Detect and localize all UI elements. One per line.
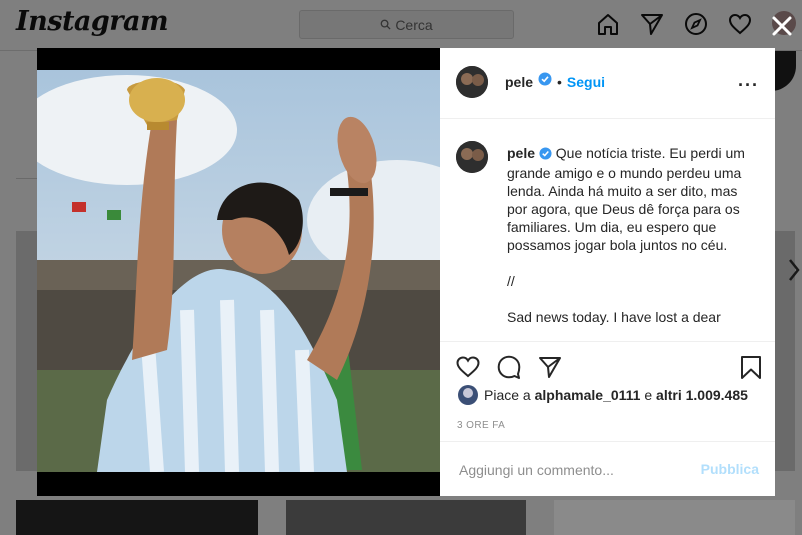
liker-username[interactable]: alphamale_0111 <box>535 387 641 403</box>
publish-button[interactable]: Pubblica <box>701 461 759 477</box>
top-nav-bar: Instagram Cerca <box>0 0 802 51</box>
caption-paragraph-en: Sad news today. I have lost a dear <box>507 309 721 325</box>
post-timestamp[interactable]: 3 ORE FA <box>457 420 505 431</box>
likes-summary: Piace a alphamale_0111 e altri 1.009.485 <box>458 385 748 405</box>
home-icon[interactable] <box>595 11 621 42</box>
likes-mid: e <box>640 387 657 403</box>
likes-count[interactable]: altri 1.009.485 <box>656 387 748 403</box>
post-header: pele • Segui ··· <box>440 48 775 119</box>
explore-icon[interactable] <box>683 11 709 42</box>
search-placeholder: Cerca <box>395 16 433 33</box>
author-line: pele • Segui <box>505 72 605 91</box>
comment-input[interactable] <box>457 460 681 479</box>
caption-paragraph-pt: pele Que notícia triste. Eu perdi um gra… <box>507 144 757 254</box>
bg-grid-tile[interactable] <box>286 500 526 535</box>
comment-bar: Pubblica <box>440 441 775 497</box>
share-icon[interactable] <box>537 354 563 380</box>
next-post-arrow[interactable] <box>788 258 800 288</box>
follow-button[interactable]: Segui <box>567 74 605 90</box>
activity-icon[interactable] <box>727 11 753 42</box>
comment-icon[interactable] <box>496 354 522 380</box>
bookmark-icon[interactable] <box>738 354 764 380</box>
post-photo[interactable] <box>37 48 440 496</box>
search-icon <box>380 19 391 30</box>
post-side-panel: pele • Segui ··· pele Que notícia triste… <box>440 48 775 496</box>
post-caption: pele Que notícia triste. Eu perdi um gra… <box>507 144 757 326</box>
bg-grid-tile[interactable] <box>554 500 795 535</box>
post-modal: pele • Segui ··· pele Que notícia triste… <box>37 48 775 496</box>
author-username[interactable]: pele <box>505 74 533 90</box>
author-avatar[interactable] <box>456 66 488 98</box>
likes-text: Piace a alphamale_0111 e altri 1.009.485 <box>484 387 748 403</box>
direct-icon[interactable] <box>639 11 665 42</box>
verified-badge-icon <box>538 72 552 91</box>
caption-avatar[interactable] <box>456 141 488 173</box>
post-image <box>37 70 440 472</box>
caption-separator: // <box>507 273 515 289</box>
bg-grid-tile[interactable] <box>16 231 37 471</box>
caption-username[interactable]: pele <box>507 145 535 161</box>
close-icon[interactable] <box>770 14 794 38</box>
liker-avatar[interactable] <box>458 385 478 405</box>
like-heart-icon[interactable] <box>455 354 481 380</box>
bg-grid-tile[interactable] <box>16 500 258 535</box>
likes-prefix: Piace a <box>484 387 535 403</box>
instagram-logo[interactable]: Instagram <box>16 6 169 37</box>
dot-separator: • <box>557 73 562 90</box>
more-options-icon[interactable]: ··· <box>738 75 759 96</box>
post-actions: Piace a alphamale_0111 e altri 1.009.485… <box>440 341 775 440</box>
verified-badge-icon <box>539 146 552 164</box>
search-box[interactable]: Cerca <box>299 10 514 39</box>
